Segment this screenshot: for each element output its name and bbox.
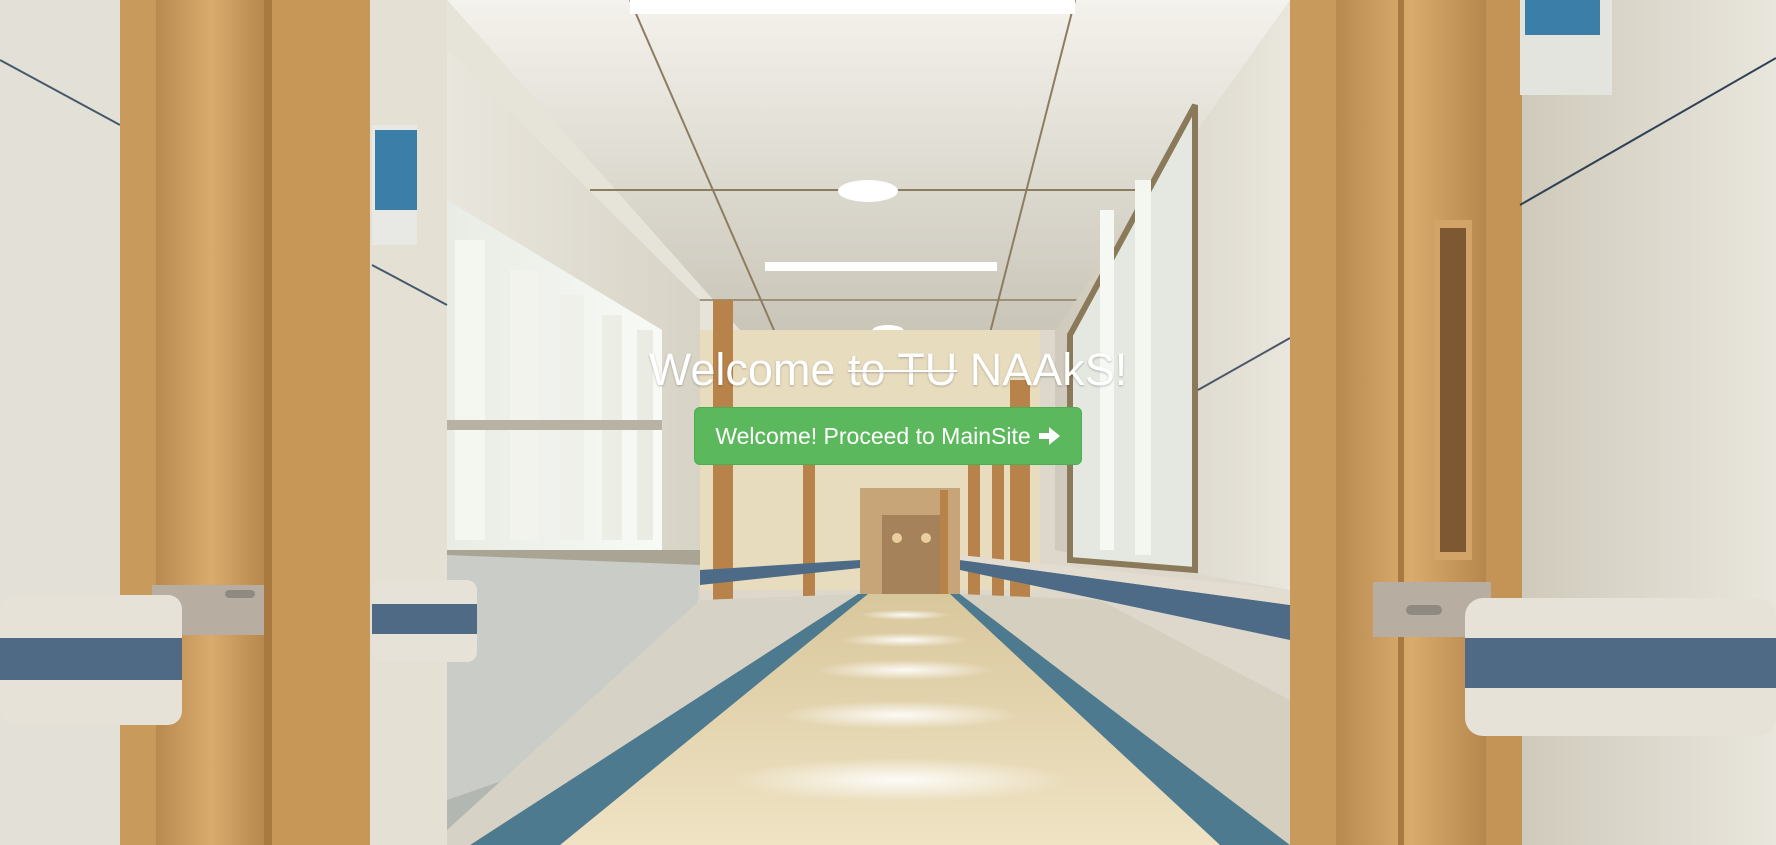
proceed-to-mainsite-button[interactable]: Welcome! Proceed to MainSite [694,407,1082,465]
proceed-button-label: Welcome! Proceed to MainSite [715,422,1031,449]
arrow-right-icon [1038,427,1060,445]
title-strikethrough: to TU [847,344,958,395]
page-title: Welcome to TU NAAkS! [0,342,1776,398]
title-prefix: Welcome [648,344,836,395]
title-suffix: NAAkS! [969,344,1128,395]
landing-page: Welcome to TU NAAkS! Welcome! Proceed to… [0,0,1776,845]
welcome-hero: Welcome to TU NAAkS! Welcome! Proceed to… [0,342,1776,465]
